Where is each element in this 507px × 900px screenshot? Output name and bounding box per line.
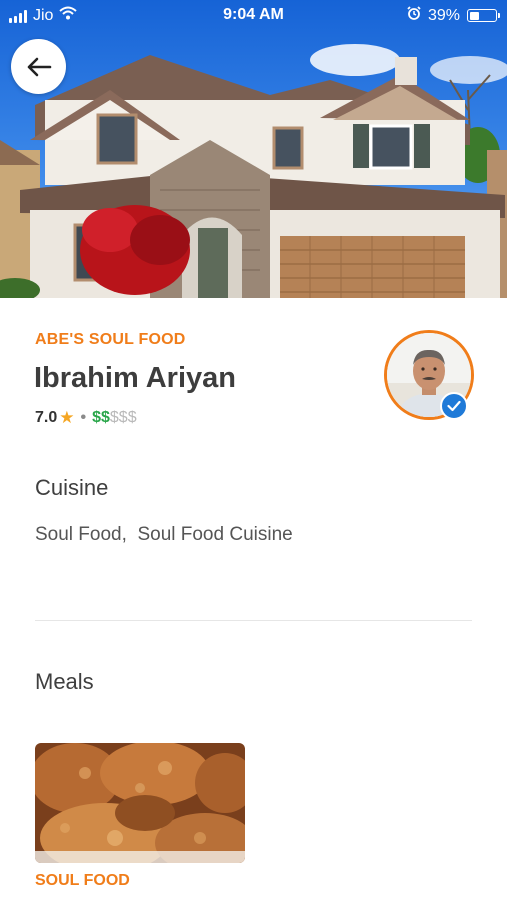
rating-value: 7.0	[35, 409, 58, 426]
meal-category-label: SOUL FOOD	[35, 872, 130, 889]
back-button[interactable]	[11, 39, 66, 94]
status-bar: Jio 9:04 AM 39%	[0, 0, 507, 30]
hero-image	[0, 0, 507, 298]
verified-badge	[440, 392, 468, 420]
meals-section-title: Meals	[35, 669, 94, 694]
price-level-active: $$	[92, 409, 110, 426]
checkmark-icon	[447, 400, 461, 412]
battery-icon	[467, 9, 500, 22]
alarm-icon	[407, 6, 421, 25]
battery-percent: 39%	[427, 6, 460, 24]
arrow-left-icon	[27, 57, 51, 76]
star-icon: ★	[59, 408, 75, 427]
price-level-inactive: $$$	[109, 409, 137, 426]
status-right: 39%	[407, 6, 500, 25]
meal-card[interactable]	[35, 743, 245, 863]
rating-separator: •	[80, 409, 87, 426]
rating-row: 7.0 ★ • $$ $$$	[35, 408, 137, 428]
kitchen-detail-screen: Jio 9:04 AM 39% ABE'S SOUL FOOD Ibrahim …	[0, 0, 507, 900]
cuisine-list: Soul Food, Soul Food Cuisine	[35, 524, 293, 545]
battery-fill	[469, 11, 479, 20]
cuisine-section-title: Cuisine	[35, 475, 109, 500]
meal-image	[35, 743, 245, 863]
section-divider	[35, 620, 472, 621]
kitchen-brand-name: ABE'S SOUL FOOD	[35, 331, 186, 348]
chef-name: Ibrahim Ariyan	[34, 362, 236, 394]
chef-avatar-wrap[interactable]	[384, 330, 474, 420]
